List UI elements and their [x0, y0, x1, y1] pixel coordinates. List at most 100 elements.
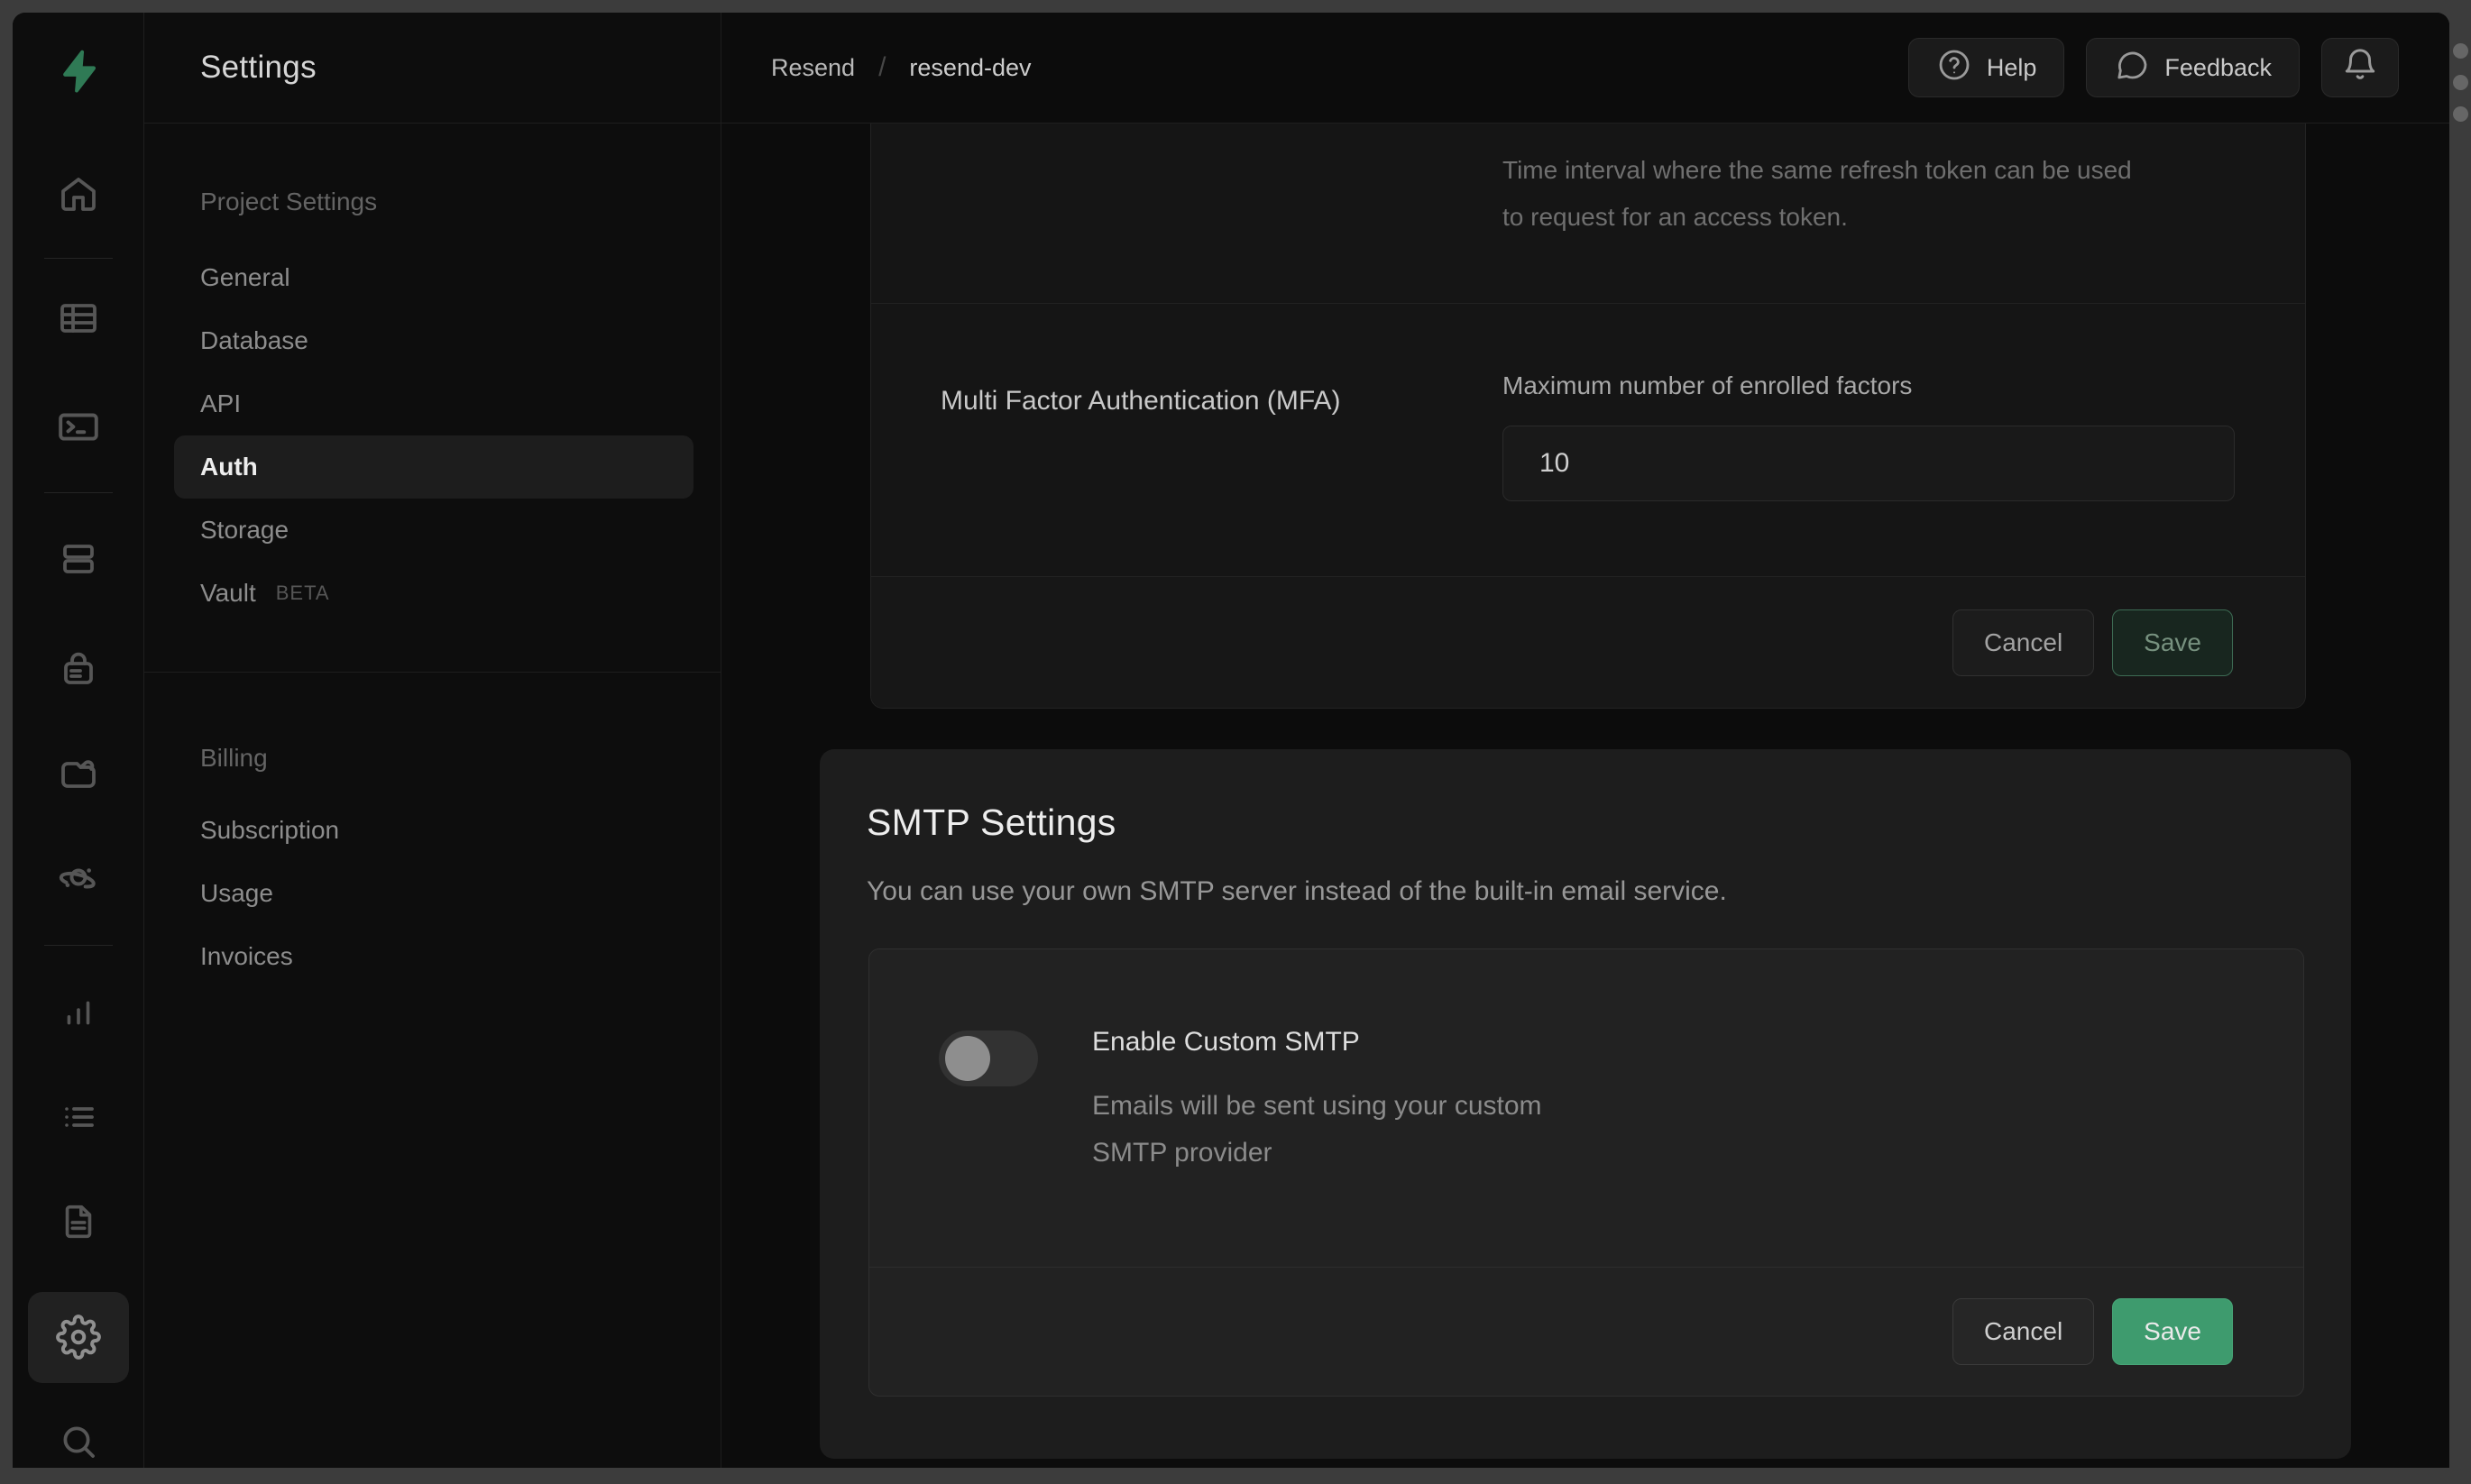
- nav-section-header-project-settings: Project Settings: [144, 170, 721, 234]
- toggle-knob: [945, 1036, 990, 1081]
- notifications-button[interactable]: [2321, 38, 2399, 97]
- settings-nav-header: Settings: [144, 13, 721, 124]
- smtp-description: You can use your own SMTP server instead…: [867, 876, 2351, 907]
- feedback-button[interactable]: Feedback: [2086, 38, 2300, 97]
- mfa-max-factors-input[interactable]: [1502, 426, 2235, 501]
- search-icon: [57, 1420, 100, 1463]
- main-area: Resend / resend-dev Help Feedback: [721, 13, 2449, 1468]
- feedback-button-label: Feedback: [2164, 54, 2272, 82]
- nav-item-auth[interactable]: Auth: [174, 435, 694, 499]
- nav-item-label: Storage: [200, 516, 289, 545]
- refresh-token-description: Time interval where the same refresh tok…: [1502, 147, 2134, 241]
- sidebar-item-storage[interactable]: [45, 747, 112, 799]
- sidebar-item-table-editor[interactable]: [45, 291, 112, 344]
- refresh-token-section: Time interval where the same refresh tok…: [871, 124, 2305, 304]
- sidebar-item-docs[interactable]: [45, 1195, 112, 1248]
- save-button[interactable]: Save: [2112, 1298, 2233, 1365]
- nav-item-label: Usage: [200, 879, 273, 908]
- edge-functions-icon: [56, 855, 101, 900]
- sidebar-item-reports[interactable]: [45, 985, 112, 1038]
- sidebar-item-home[interactable]: [45, 168, 112, 220]
- breadcrumb-separator: /: [878, 52, 886, 83]
- nav-item-invoices[interactable]: Invoices: [174, 925, 694, 988]
- supabase-logo-icon[interactable]: [55, 47, 102, 96]
- nav-item-label: Database: [200, 326, 308, 355]
- screen: Settings Project Settings General Databa…: [0, 0, 2471, 1484]
- breadcrumb-project[interactable]: Resend: [771, 54, 855, 82]
- help-button[interactable]: Help: [1908, 38, 2065, 97]
- nav-item-label: Invoices: [200, 942, 293, 971]
- page-title: Settings: [200, 50, 317, 86]
- auth-settings-card: Time interval where the same refresh tok…: [870, 124, 2306, 709]
- sidebar-item-settings[interactable]: [28, 1292, 129, 1383]
- app-window: Settings Project Settings General Databa…: [13, 13, 2449, 1468]
- smtp-header: SMTP Settings You can use your own SMTP …: [820, 749, 2351, 907]
- nav-item-database[interactable]: Database: [174, 309, 694, 372]
- smtp-settings-section: SMTP Settings You can use your own SMTP …: [820, 749, 2351, 1459]
- storage-icon: [57, 751, 100, 794]
- file-text-icon: [58, 1201, 99, 1242]
- database-icon: [57, 537, 100, 581]
- nav-item-subscription[interactable]: Subscription: [174, 799, 694, 862]
- settings-nav-menu: Project Settings General Database API Au…: [144, 124, 721, 988]
- enable-custom-smtp-label: Enable Custom SMTP: [1092, 1027, 1597, 1058]
- smtp-card: Enable Custom SMTP Emails will be sent u…: [868, 948, 2304, 1397]
- smtp-card-footer: Cancel Save: [869, 1267, 2303, 1396]
- nav-item-vault[interactable]: Vault BETA: [174, 562, 694, 625]
- enable-custom-smtp-toggle[interactable]: [939, 1031, 1038, 1086]
- gear-icon: [56, 1315, 101, 1360]
- window-dot: [2453, 106, 2468, 122]
- nav-item-storage[interactable]: Storage: [174, 499, 694, 562]
- rail-divider: [44, 258, 113, 259]
- sidebar-item-logs[interactable]: [45, 1091, 112, 1143]
- bar-chart-icon: [58, 992, 99, 1033]
- settings-nav-panel: Settings Project Settings General Databa…: [144, 13, 721, 1468]
- help-button-label: Help: [1987, 54, 2037, 82]
- nav-item-label: API: [200, 389, 241, 418]
- rail-divider: [44, 945, 113, 946]
- nav-section-header-billing: Billing: [144, 727, 721, 790]
- breadcrumb: Resend / resend-dev: [771, 52, 1032, 83]
- nav-item-api[interactable]: API: [174, 372, 694, 435]
- save-button[interactable]: Save: [2112, 609, 2233, 676]
- smtp-title: SMTP Settings: [867, 802, 2351, 844]
- lock-icon: [57, 646, 100, 690]
- breadcrumb-environment[interactable]: resend-dev: [909, 54, 1031, 82]
- sidebar-item-database[interactable]: [45, 533, 112, 585]
- nav-item-label: Auth: [200, 453, 258, 481]
- beta-badge: BETA: [276, 582, 330, 605]
- mfa-section-label: Multi Factor Authentication (MFA): [941, 386, 1502, 417]
- bell-icon: [2341, 46, 2379, 90]
- nav-item-label: General: [200, 263, 290, 292]
- chat-bubble-icon: [2114, 47, 2150, 89]
- list-icon: [57, 1095, 100, 1139]
- sidebar-item-auth[interactable]: [45, 641, 112, 693]
- sql-editor-icon: [56, 404, 101, 449]
- mfa-section-right: Maximum number of enrolled factors: [1502, 304, 2305, 576]
- content-scroll-area[interactable]: Time interval where the same refresh tok…: [721, 124, 2449, 1468]
- mfa-section-left: Multi Factor Authentication (MFA): [871, 304, 1502, 576]
- mfa-field-label: Maximum number of enrolled factors: [1502, 371, 2305, 400]
- rail-divider: [44, 492, 113, 493]
- sidebar-item-edge-functions[interactable]: [45, 851, 112, 903]
- smtp-toggle-text: Enable Custom SMTP Emails will be sent u…: [1092, 1027, 1597, 1267]
- cancel-button[interactable]: Cancel: [1952, 609, 2094, 676]
- home-icon: [57, 172, 100, 215]
- window-control-dots: [2453, 43, 2468, 122]
- mfa-section: Multi Factor Authentication (MFA) Maximu…: [871, 304, 2305, 577]
- nav-item-label: Subscription: [200, 816, 339, 845]
- sidebar-item-search[interactable]: [45, 1415, 112, 1468]
- auth-settings-footer: Cancel Save: [871, 577, 2305, 708]
- nav-item-general[interactable]: General: [174, 246, 694, 309]
- sidebar-item-sql-editor[interactable]: [45, 400, 112, 453]
- nav-item-usage[interactable]: Usage: [174, 862, 694, 925]
- nav-item-label: Vault: [200, 579, 256, 608]
- help-circle-icon: [1936, 47, 1972, 89]
- enable-custom-smtp-description: Emails will be sent using your custom SM…: [1092, 1083, 1597, 1177]
- table-editor-icon: [57, 297, 100, 340]
- cancel-button[interactable]: Cancel: [1952, 1298, 2094, 1365]
- smtp-card-body: Enable Custom SMTP Emails will be sent u…: [869, 949, 2303, 1267]
- window-dot: [2453, 43, 2468, 59]
- icon-sidebar: [13, 13, 144, 1468]
- topbar-actions: Help Feedback: [1908, 38, 2399, 97]
